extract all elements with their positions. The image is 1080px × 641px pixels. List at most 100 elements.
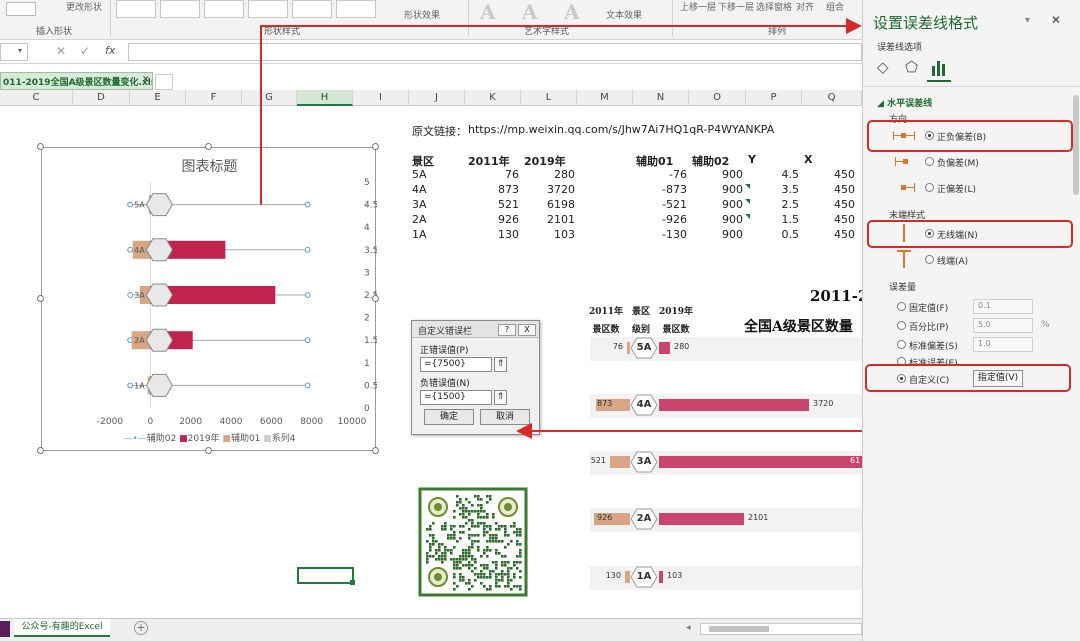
cancel-icon[interactable]: ✕ [56, 44, 66, 58]
scroll-thumb[interactable] [709, 626, 769, 632]
table-cell[interactable]: 926 [469, 213, 519, 226]
table-cell[interactable]: 450 [805, 198, 855, 211]
ok-button[interactable]: 确定 [424, 409, 474, 425]
resize-handle[interactable] [37, 295, 44, 302]
column-header[interactable]: N [633, 90, 689, 106]
column-header[interactable]: M [577, 90, 633, 106]
fill-handle[interactable] [350, 580, 355, 585]
column-header[interactable]: P [746, 90, 802, 106]
shape-style-2[interactable] [160, 0, 200, 18]
table-cell[interactable]: 280 [525, 168, 575, 181]
table-cell[interactable]: 5A [412, 168, 427, 181]
table-cell[interactable]: 0.5 [749, 228, 800, 241]
table-cell[interactable]: 900 [693, 183, 743, 196]
new-window-tab[interactable] [155, 74, 173, 90]
range-picker-icon[interactable]: ⇑ [494, 390, 507, 405]
resize-handle[interactable] [205, 447, 212, 454]
table-cell[interactable]: 3A [412, 198, 427, 211]
table-cell[interactable]: 450 [805, 213, 855, 226]
scroll-left-icon[interactable]: ◂ [686, 623, 691, 633]
workbook-tab[interactable]: 011-2019全国A级景区数量变化.xlsx [0, 72, 153, 90]
section-horizontal-error-bar[interactable]: ◢ 水平误差线 [877, 96, 932, 109]
column-header[interactable]: Q [802, 90, 862, 106]
pane-scrollbar[interactable] [1073, 95, 1079, 195]
table-cell[interactable]: 4A [412, 183, 427, 196]
change-shape-button[interactable]: 更改形状 [66, 0, 102, 13]
table-cell[interactable]: 2.5 [749, 198, 800, 211]
column-header[interactable]: L [521, 90, 577, 106]
chart-legend[interactable]: —•—辅助02 ■2019年 ■辅助01 ■系列4 [42, 431, 377, 444]
table-cell[interactable]: 103 [525, 228, 575, 241]
table-cell[interactable]: -926 [637, 213, 687, 226]
table-cell[interactable]: 450 [805, 183, 855, 196]
column-header[interactable]: F [186, 90, 242, 106]
close-workbook-icon[interactable]: ✕ [142, 75, 150, 85]
table-cell[interactable]: 6198 [525, 198, 575, 211]
table-cell[interactable]: 1.5 [749, 213, 800, 226]
wordart-style-2[interactable]: A [522, 0, 538, 24]
name-box[interactable] [0, 43, 28, 61]
active-cell[interactable] [297, 567, 354, 584]
table-cell[interactable]: 450 [805, 228, 855, 241]
pane-options-icon[interactable]: ▾ [1025, 15, 1030, 26]
resize-handle[interactable] [372, 143, 379, 150]
fill-line-icon[interactable]: ◇ [877, 58, 889, 76]
percent-value-input[interactable]: 5.0 [973, 318, 1033, 333]
positive-error-input[interactable]: ={7500} [420, 357, 492, 372]
column-header-selected[interactable]: H [297, 90, 353, 106]
stddev-value-input[interactable]: 1.0 [973, 337, 1033, 352]
table-cell[interactable]: 2A [412, 213, 427, 226]
range-picker-icon[interactable]: ⇑ [494, 357, 507, 372]
column-header[interactable]: K [465, 90, 521, 106]
send-backward-button[interactable]: 下移一层 [718, 0, 754, 13]
bring-forward-button[interactable]: 上移一层 [680, 0, 716, 13]
selection-pane-button[interactable]: 选择窗格 [756, 0, 792, 13]
shape-style-6[interactable] [336, 0, 376, 18]
table-cell[interactable]: 521 [469, 198, 519, 211]
cancel-button[interactable]: 取消 [480, 409, 530, 425]
shape-style-5[interactable] [292, 0, 332, 18]
column-header[interactable]: I [353, 90, 409, 106]
table-cell[interactable]: 4.5 [749, 168, 800, 181]
resize-handle[interactable] [37, 143, 44, 150]
shape-effects-button[interactable]: 形状效果 [404, 8, 440, 21]
excel-chart[interactable]: 图表标题 -2000 0 2000 4000 6000 8000 10000 0 0.5 1 1.5… [41, 147, 377, 452]
wordart-style-3[interactable]: A [564, 0, 580, 24]
column-header[interactable]: C [0, 90, 73, 106]
table-cell[interactable]: -130 [637, 228, 687, 241]
bar-options-icon[interactable] [931, 60, 947, 76]
radio-cap[interactable] [925, 255, 934, 264]
formula-input[interactable] [128, 43, 862, 61]
fixed-value-input[interactable]: 0.1 [973, 299, 1033, 314]
resize-handle[interactable] [205, 143, 212, 150]
close-pane-icon[interactable]: ✕ [1051, 13, 1061, 27]
table-cell[interactable]: -521 [637, 198, 687, 211]
insert-function-icon[interactable]: fx [105, 44, 115, 57]
column-header[interactable]: J [409, 90, 465, 106]
column-header[interactable]: G [242, 90, 297, 106]
text-effects-button[interactable]: 文本效果 [606, 8, 642, 21]
resize-handle[interactable] [372, 447, 379, 454]
source-link[interactable]: https://mp.weixin.qq.com/s/Jhw7Ai7HQ1qR-… [468, 123, 774, 136]
shape-style-1[interactable] [116, 0, 156, 18]
sheet-tab[interactable]: 公众号-有趣的Excel [14, 619, 110, 637]
close-dialog-button[interactable]: X [518, 324, 536, 336]
table-cell[interactable]: 900 [693, 213, 743, 226]
align-button[interactable]: 对齐 [796, 0, 814, 13]
enter-icon[interactable]: ✓ [80, 44, 90, 58]
chart-plot[interactable]: -2000 0 2000 4000 6000 8000 1000000.511.522.53… [42, 148, 377, 452]
table-cell[interactable]: 76 [469, 168, 519, 181]
column-header[interactable]: E [130, 90, 186, 106]
table-cell[interactable]: 2101 [525, 213, 575, 226]
wordart-style-1[interactable]: A [480, 0, 496, 24]
radio-stddev[interactable] [897, 340, 906, 349]
horizontal-scrollbar[interactable] [700, 623, 862, 635]
table-cell[interactable]: 450 [805, 168, 855, 181]
negative-error-input[interactable]: ={1500} [420, 390, 492, 405]
table-cell[interactable]: 3.5 [749, 183, 800, 196]
effects-icon[interactable]: ⬠ [905, 58, 918, 76]
name-box-dropdown-icon[interactable]: ▾ [18, 46, 22, 55]
table-cell[interactable]: 3720 [525, 183, 575, 196]
shapes-gallery-icon[interactable] [6, 2, 36, 16]
shape-style-3[interactable] [204, 0, 244, 18]
